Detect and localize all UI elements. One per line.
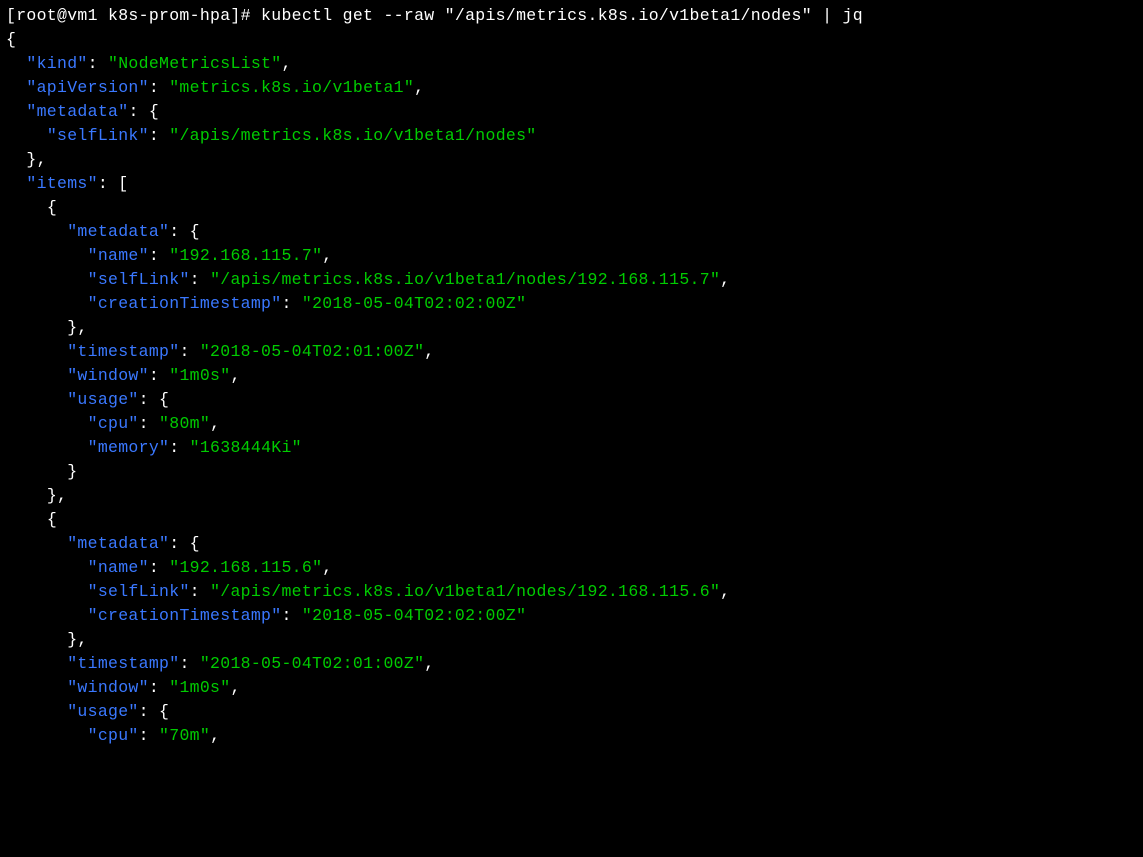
json-key: "window" (67, 678, 149, 697)
json-string: "NodeMetricsList" (108, 54, 281, 73)
json-string: "/apis/metrics.k8s.io/v1beta1/nodes" (169, 126, 536, 145)
json-key: "usage" (67, 390, 138, 409)
json-key: "name" (88, 558, 149, 577)
json-key: "items" (26, 174, 97, 193)
json-key: "timestamp" (67, 654, 179, 673)
json-key: "memory" (88, 438, 170, 457)
json-string: "70m" (159, 726, 210, 745)
terminal-output: [root@vm1 k8s-prom-hpa]# kubectl get --r… (0, 0, 1143, 752)
shell-command: kubectl get --raw "/apis/metrics.k8s.io/… (251, 6, 863, 25)
json-key: "selfLink" (88, 582, 190, 601)
json-key: "window" (67, 366, 149, 385)
json-string: "192.168.115.6" (169, 558, 322, 577)
json-string: "/apis/metrics.k8s.io/v1beta1/nodes/192.… (210, 270, 720, 289)
json-string: "192.168.115.7" (169, 246, 322, 265)
json-string: "metrics.k8s.io/v1beta1" (169, 78, 414, 97)
json-key: "kind" (26, 54, 87, 73)
json-string: "1m0s" (169, 366, 230, 385)
json-key: "metadata" (26, 102, 128, 121)
json-key: "cpu" (88, 726, 139, 745)
json-string: "80m" (159, 414, 210, 433)
json-string: "/apis/metrics.k8s.io/v1beta1/nodes/192.… (210, 582, 720, 601)
json-string: "2018-05-04T02:01:00Z" (200, 342, 424, 361)
json-key: "selfLink" (47, 126, 149, 145)
json-key: "metadata" (67, 534, 169, 553)
json-key: "creationTimestamp" (88, 606, 282, 625)
json-key: "usage" (67, 702, 138, 721)
json-string: "1m0s" (169, 678, 230, 697)
json-key: "timestamp" (67, 342, 179, 361)
json-key: "cpu" (88, 414, 139, 433)
json-key: "creationTimestamp" (88, 294, 282, 313)
json-key: "name" (88, 246, 149, 265)
json-key: "metadata" (67, 222, 169, 241)
json-key: "selfLink" (88, 270, 190, 289)
json-string: "2018-05-04T02:02:00Z" (302, 294, 526, 313)
json-key: "apiVersion" (26, 78, 148, 97)
json-string: "1638444Ki" (190, 438, 302, 457)
json-string: "2018-05-04T02:02:00Z" (302, 606, 526, 625)
json-string: "2018-05-04T02:01:00Z" (200, 654, 424, 673)
shell-prompt: [root@vm1 k8s-prom-hpa]# (6, 6, 251, 25)
